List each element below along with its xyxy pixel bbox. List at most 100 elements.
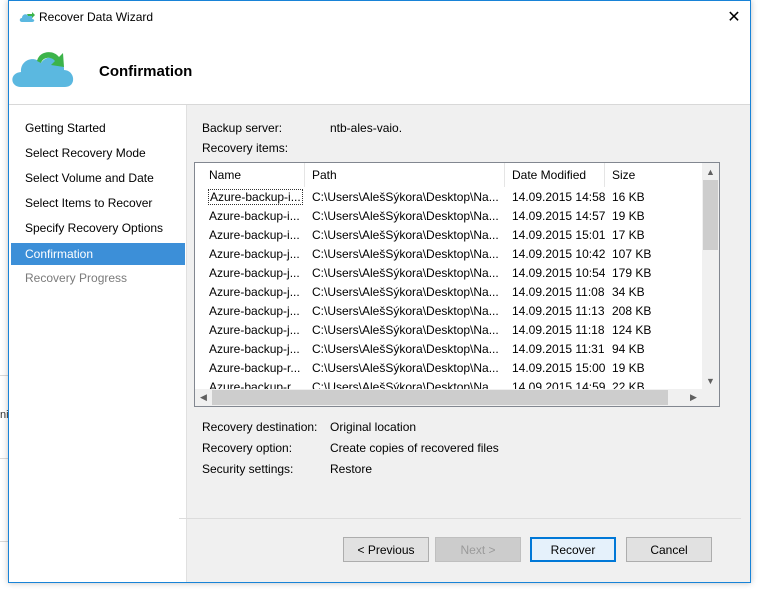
cell-text: 14.09.2015 11:31	[512, 342, 605, 356]
table-row[interactable]: Azure-backup-i... C:\Users\AlešSýkora\Des…	[195, 207, 695, 226]
table-row[interactable]: Azure-backup-j... C:\Users\AlešSýkora\Des…	[195, 302, 695, 321]
cell-text: 22 KB	[612, 380, 645, 389]
table-row[interactable]: Azure-backup-j... C:\Users\AlešSýkora\Des…	[195, 283, 695, 302]
nav-step-getting-started[interactable]: Getting Started	[11, 117, 185, 139]
table-row[interactable]: Azure-backup-r... C:\Users\AlešSýkora\Des…	[195, 359, 695, 378]
nav-step-select-items[interactable]: Select Items to Recover	[11, 192, 185, 214]
cell-text: 16 KB	[612, 190, 645, 204]
cell-text: C:\Users\AlešSýkora\Desktop\Na...	[312, 304, 499, 318]
cell-text: 14.09.2015 10:54	[512, 266, 605, 280]
cell-date: 14.09.2015 11:18	[505, 321, 605, 340]
cell-date: 14.09.2015 11:31	[505, 340, 605, 359]
cell-text: Azure-backup-i...	[209, 209, 300, 223]
scroll-right-icon[interactable]: ▶	[685, 389, 702, 406]
column-header-path[interactable]: Path	[305, 163, 505, 187]
cell-size: 179 KB	[605, 264, 695, 283]
table-row[interactable]: Azure-backup-i... C:\Users\AlešSýkora\Des…	[195, 188, 695, 207]
cell-size: 34 KB	[605, 283, 695, 302]
cell-name: Azure-backup-j...	[202, 283, 305, 302]
cell-text: 179 KB	[612, 266, 652, 280]
cell-path: C:\Users\AlešSýkora\Desktop\Na...	[305, 283, 505, 302]
table-row[interactable]: Azure-backup-i... C:\Users\AlešSýkora\Des…	[195, 226, 695, 245]
close-icon[interactable]: ✕	[718, 1, 750, 33]
wizard-header: Confirmation	[9, 33, 750, 105]
footer-divider	[179, 518, 741, 519]
cell-name: Azure-backup-j...	[202, 302, 305, 321]
cell-text: Azure-backup-i...	[209, 228, 300, 242]
nav-step-recovery-options[interactable]: Specify Recovery Options	[11, 217, 185, 239]
cell-path: C:\Users\AlešSýkora\Desktop\Na...	[305, 340, 505, 359]
table-row[interactable]: Azure-backup-j... C:\Users\AlešSýkora\Des…	[195, 340, 695, 359]
cell-path: C:\Users\AlešSýkora\Desktop\Na...	[305, 226, 505, 245]
cell-text: 14.09.2015 11:13	[512, 304, 605, 318]
horizontal-scroll-thumb[interactable]	[212, 390, 668, 405]
cell-text: C:\Users\AlešSýkora\Desktop\Na...	[312, 361, 499, 375]
cell-date: 14.09.2015 10:42	[505, 245, 605, 264]
cell-path: C:\Users\AlešSýkora\Desktop\Na...	[305, 302, 505, 321]
cell-text: Azure-backup-j...	[209, 304, 300, 318]
table-row[interactable]: Azure-backup-j... C:\Users\AlešSýkora\Des…	[195, 321, 695, 340]
wizard-steps-nav: Getting Started Select Recovery Mode Sel…	[9, 105, 187, 582]
column-header-name[interactable]: Name	[202, 163, 305, 187]
cell-name: Azure-backup-j...	[202, 321, 305, 340]
cell-size: 94 KB	[605, 340, 695, 359]
cell-name: Azure-backup-i...	[202, 188, 305, 207]
cell-text: C:\Users\AlešSýkora\Desktop\Na...	[312, 323, 499, 337]
cell-text: Azure-backup-r...	[209, 380, 301, 389]
previous-button[interactable]: < Previous	[343, 537, 429, 562]
horizontal-scrollbar[interactable]: ◀ ▶	[195, 389, 702, 406]
cell-text: C:\Users\AlešSýkora\Desktop\Na...	[312, 190, 499, 204]
recover-button[interactable]: Recover	[530, 537, 616, 562]
cell-size: 17 KB	[605, 226, 695, 245]
cell-text: 14.09.2015 15:01	[512, 228, 605, 242]
cell-text: 14.09.2015 11:08	[512, 285, 605, 299]
cell-date: 14.09.2015 14:57	[505, 207, 605, 226]
column-header-size[interactable]: Size	[605, 163, 695, 187]
cell-path: C:\Users\AlešSýkora\Desktop\Na...	[305, 378, 505, 389]
cell-text: Azure-backup-j...	[209, 247, 300, 261]
cell-date: 14.09.2015 15:00	[505, 359, 605, 378]
column-header-date-modified[interactable]: Date Modified	[505, 163, 605, 187]
nav-step-confirmation[interactable]: Confirmation	[11, 243, 185, 265]
recovery-option-value: Create copies of recovered files	[330, 441, 499, 455]
cell-date: 14.09.2015 11:13	[505, 302, 605, 321]
cell-text: 19 KB	[612, 209, 645, 223]
cell-size: 107 KB	[605, 245, 695, 264]
cell-path: C:\Users\AlešSýkora\Desktop\Na...	[305, 188, 505, 207]
cloud-backup-app-icon	[19, 12, 35, 22]
cell-text: C:\Users\AlešSýkora\Desktop\Na...	[312, 342, 499, 356]
cell-text: Azure-backup-r...	[209, 361, 301, 375]
recovery-destination-label: Recovery destination:	[202, 420, 318, 434]
table-row[interactable]: Azure-backup-j... C:\Users\AlešSýkora\Des…	[195, 264, 695, 283]
next-button: Next >	[435, 537, 521, 562]
nav-step-select-volume-and-date[interactable]: Select Volume and Date	[11, 167, 185, 189]
cell-name: Azure-backup-i...	[202, 226, 305, 245]
cell-name: Azure-backup-j...	[202, 245, 305, 264]
table-row[interactable]: Azure-backup-j... C:\Users\AlešSýkora\Des…	[195, 245, 695, 264]
table-row[interactable]: Azure-backup-r... C:\Users\AlešSýkora\Des…	[195, 378, 695, 389]
cell-name: Azure-backup-j...	[202, 340, 305, 359]
cell-path: C:\Users\AlešSýkora\Desktop\Na...	[305, 245, 505, 264]
cell-size: 19 KB	[605, 359, 695, 378]
cell-text: 14.09.2015 11:18	[512, 323, 605, 337]
vertical-scroll-thumb[interactable]	[703, 180, 718, 250]
scroll-left-icon[interactable]: ◀	[195, 389, 212, 406]
cell-text: Azure-backup-j...	[209, 323, 300, 337]
scroll-up-icon[interactable]: ▲	[702, 163, 719, 180]
cell-name: Azure-backup-j...	[202, 264, 305, 283]
recovery-items-label: Recovery items:	[202, 141, 289, 155]
cell-text: 14.09.2015 14:59	[512, 380, 605, 389]
nav-step-select-recovery-mode[interactable]: Select Recovery Mode	[11, 142, 185, 164]
scroll-down-icon[interactable]: ▼	[702, 372, 719, 389]
vertical-scrollbar[interactable]: ▲ ▼	[702, 163, 719, 389]
title-bar: Recover Data Wizard ✕	[9, 1, 750, 33]
cell-text: 124 KB	[612, 323, 652, 337]
cell-path: C:\Users\AlešSýkora\Desktop\Na...	[305, 264, 505, 283]
cell-size: 19 KB	[605, 207, 695, 226]
recovery-items-list[interactable]: Name Path Date Modified Size Azure-backu…	[194, 162, 720, 407]
cell-date: 14.09.2015 14:59	[505, 378, 605, 389]
cancel-button[interactable]: Cancel	[626, 537, 712, 562]
cell-text: 94 KB	[612, 342, 645, 356]
cloud-recovery-icon	[12, 52, 74, 87]
cell-text: 19 KB	[612, 361, 645, 375]
